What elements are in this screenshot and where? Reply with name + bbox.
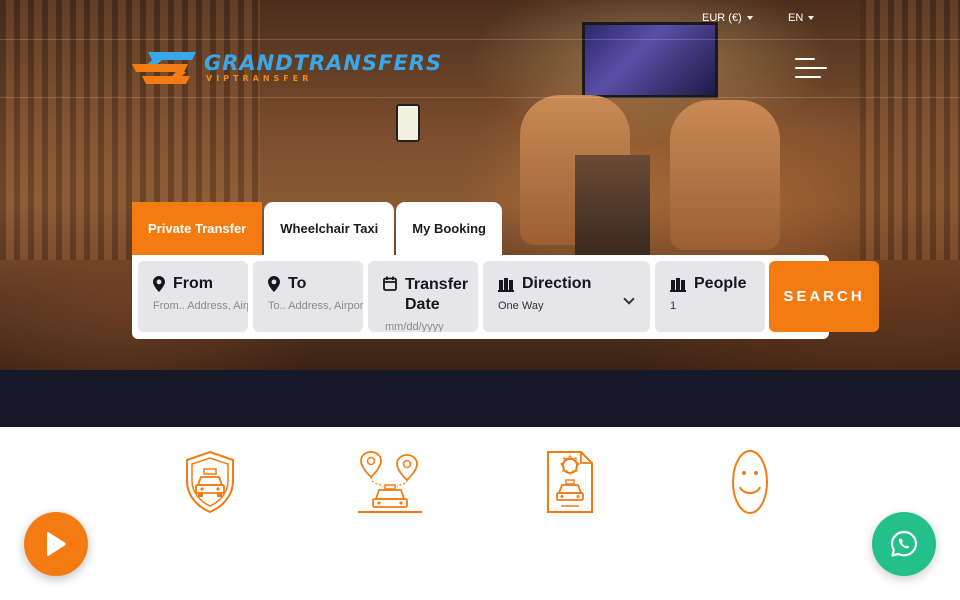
to-input[interactable] [268,300,363,312]
menu-line [795,67,827,69]
currency-label: EUR (€) [702,12,742,24]
people-label: People [694,275,747,292]
smiley-icon [731,449,769,519]
vehicle-table [575,155,650,255]
logo-subtitle: VIPTRANSFER [206,74,313,83]
dark-section-band [0,370,960,427]
direction-label: Direction [522,275,592,292]
menu-line [795,76,821,78]
people-icon [670,277,686,292]
certificate-taxi-icon [545,449,595,519]
site-logo[interactable]: GRANDTRANSFERS VIPTRANSFER [132,50,442,86]
vehicle-tablet [396,104,420,142]
map-pin-icon [153,276,165,292]
whatsapp-button[interactable] [872,512,936,576]
shield-taxi-icon [183,449,237,519]
map-pin-icon [268,276,280,292]
whatsapp-icon [890,530,918,557]
logo-mark-icon [132,50,198,86]
vehicle-seat-right [670,100,780,250]
booking-form: From To Transfer Date Direction One Way … [132,255,829,339]
vehicle-tv-screen [582,22,718,98]
to-field[interactable]: To [253,261,363,332]
direction-select[interactable]: Direction One Way [483,261,650,332]
tab-my-booking[interactable]: My Booking [396,202,502,255]
from-field[interactable]: From [138,261,248,332]
to-label: To [288,275,307,292]
date-field[interactable]: Transfer Date [368,261,478,332]
taxi-locations-icon [357,449,423,519]
menu-line [795,58,815,60]
caret-down-icon [746,16,753,20]
caret-down-icon [808,16,815,20]
from-input[interactable] [153,300,248,312]
date-input[interactable] [383,321,478,332]
language-dropdown[interactable]: EN [788,12,815,24]
video-play-button[interactable] [24,512,88,576]
search-button[interactable]: SEARCH [769,261,879,332]
features-section [0,427,960,600]
tab-private-transfer[interactable]: Private Transfer [132,202,263,255]
tab-wheelchair-taxi[interactable]: Wheelchair Taxi [264,202,395,255]
people-value[interactable]: 1 [670,300,765,312]
language-label: EN [788,12,804,24]
people-field[interactable]: People 1 [655,261,765,332]
currency-dropdown[interactable]: EUR (€) [702,12,753,24]
from-label: From [173,275,213,292]
topbar-divider [0,39,960,40]
booking-tabs: Private Transfer Wheelchair Taxi My Book… [132,202,504,255]
navbar-divider [0,97,960,98]
seat-direction-icon [498,277,514,292]
date-label: Transfer Date [405,276,469,313]
menu-toggle-button[interactable] [795,57,827,79]
logo-title: GRANDTRANSFERS [204,51,443,75]
play-icon [47,532,66,556]
calendar-icon [383,276,397,291]
